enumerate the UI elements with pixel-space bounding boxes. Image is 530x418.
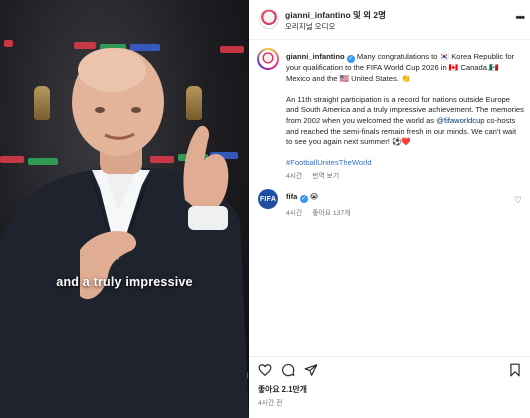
bookmark-icon[interactable] [508, 363, 522, 377]
audio-label[interactable]: 오리지널 오디오 [285, 21, 335, 32]
comment-time: 4시간 [286, 210, 303, 217]
caption-meta: 4시간 번역 보기 [286, 170, 347, 180]
translate-button[interactable]: 번역 보기 [312, 173, 339, 180]
author-avatar[interactable] [257, 48, 279, 70]
post-time: 4시간 전 [258, 400, 283, 407]
comment-meta: 4시간 좋아요 137개 [286, 207, 358, 217]
comment-text: fifa ✓ 😭 [286, 192, 524, 203]
hashtag-link[interactable]: #FootballUnitesTheWorld [286, 158, 372, 167]
comment-username[interactable]: fifa [286, 192, 297, 201]
speaker-figure [0, 48, 249, 418]
caption-text: gianni_infantino ✓ Many congratulations … [286, 52, 524, 169]
caption-username[interactable]: gianni_infantino [286, 52, 345, 61]
likes-count[interactable]: 좋아요 2.1만개 [258, 384, 307, 395]
post-header: gianni_infantino 및 외 2명 오리지널 오디오 ••• [249, 0, 530, 40]
heart-icon[interactable] [258, 363, 272, 377]
verified-badge-icon: ✓ [346, 55, 355, 63]
action-bar [249, 356, 530, 378]
mention-link[interactable]: @fifaworldcup [436, 116, 484, 125]
comment-likes[interactable]: 좋아요 137개 [312, 210, 350, 217]
post-panel: gianni_infantino 및 외 2명 오리지널 오디오 ••• gia… [249, 0, 530, 418]
video-player[interactable]: and a truly impressive [0, 0, 249, 418]
author-avatar[interactable] [259, 9, 279, 29]
video-caption: and a truly impressive [56, 275, 193, 289]
comment-like-heart-icon[interactable]: ♡ [514, 195, 522, 206]
comment-icon[interactable] [281, 363, 295, 377]
more-horizontal-icon[interactable]: ••• [515, 12, 525, 24]
verified-badge-icon: ✓ [299, 195, 308, 203]
caption-time: 4시간 [286, 173, 303, 180]
header-username[interactable]: gianni_infantino 및 외 2명 [285, 9, 386, 21]
share-icon[interactable] [304, 363, 318, 377]
commenter-avatar[interactable]: FIFA [258, 189, 278, 209]
comment-body: 😭 [309, 192, 319, 201]
avatar-image [259, 50, 277, 68]
